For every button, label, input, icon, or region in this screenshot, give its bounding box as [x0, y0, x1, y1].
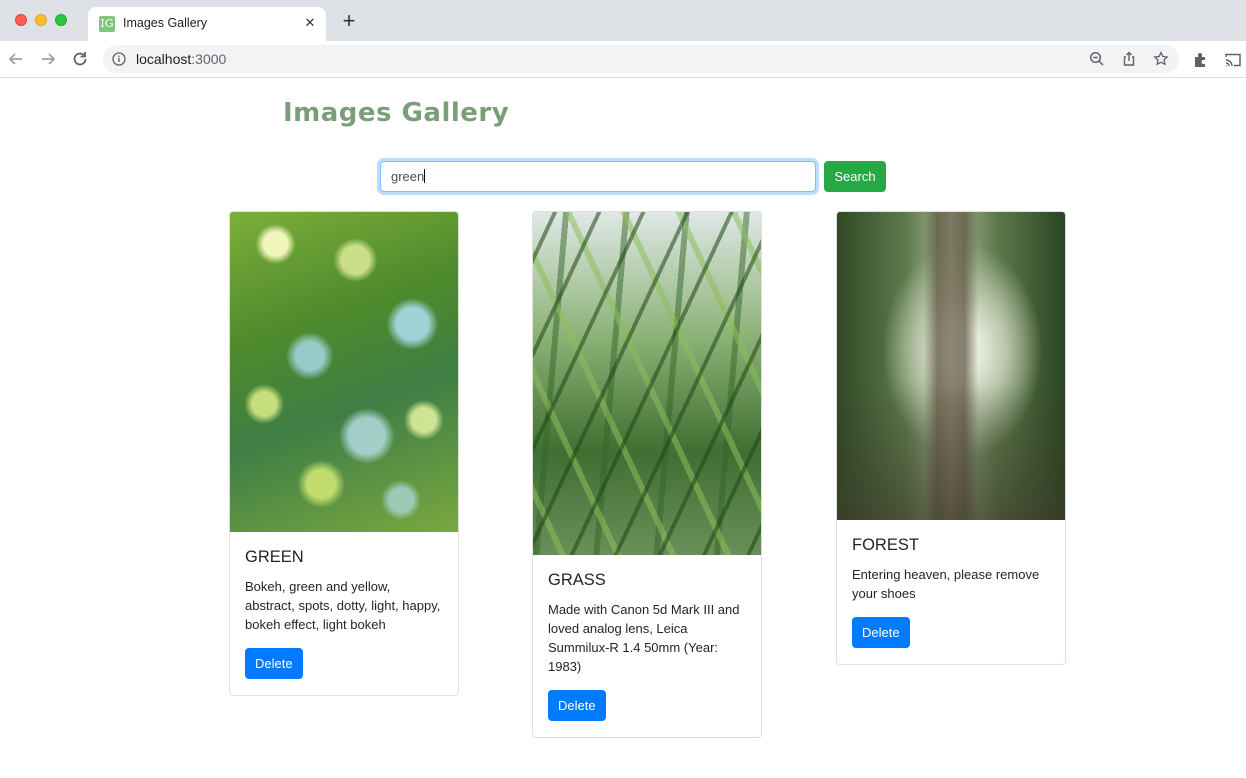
close-window-icon[interactable]	[15, 14, 27, 26]
image-card-grass: GRASS Made with Canon 5d Mark III and lo…	[532, 211, 762, 738]
card-title: FOREST	[852, 536, 919, 554]
card-title: GREEN	[245, 548, 304, 566]
card-description: Made with Canon 5d Mark III and loved an…	[548, 602, 740, 674]
card-body: GRASS Made with Canon 5d Mark III and lo…	[533, 555, 761, 737]
reload-icon[interactable]	[70, 49, 90, 69]
address-bar[interactable]: localhost:3000	[103, 45, 1179, 73]
browser-tab-bar: IG Images Gallery ✕ +	[0, 0, 1246, 41]
image-card-forest: FOREST Entering heaven, please remove yo…	[836, 211, 1066, 665]
search-input[interactable]: green	[380, 161, 816, 192]
new-tab-icon[interactable]: +	[338, 10, 360, 32]
card-description: Bokeh, green and yellow, abstract, spots…	[245, 579, 441, 632]
delete-button[interactable]: Delete	[245, 648, 303, 679]
card-body: GREEN Bokeh, green and yellow, abstract,…	[230, 532, 458, 695]
image-card-green: GREEN Bokeh, green and yellow, abstract,…	[229, 211, 459, 696]
card-description: Entering heaven, please remove your shoe…	[852, 567, 1040, 601]
favicon-icon: IG	[99, 16, 115, 32]
share-icon[interactable]	[1121, 51, 1137, 67]
delete-button[interactable]: Delete	[852, 617, 910, 648]
url-text: localhost:3000	[136, 51, 226, 67]
url-port: :3000	[191, 51, 227, 67]
card-image-forest	[837, 212, 1065, 520]
minimize-window-icon[interactable]	[35, 14, 47, 26]
card-title: GRASS	[548, 571, 606, 589]
tab-close-icon[interactable]: ✕	[302, 15, 318, 31]
back-icon[interactable]	[6, 49, 26, 69]
extensions-icon[interactable]	[1192, 51, 1210, 69]
browser-tab[interactable]: IG Images Gallery ✕	[88, 7, 326, 41]
card-body: FOREST Entering heaven, please remove yo…	[837, 520, 1065, 664]
zoom-icon[interactable]	[1089, 51, 1105, 67]
card-image-grass	[533, 212, 761, 555]
url-host: localhost	[136, 51, 192, 67]
card-image-green	[230, 212, 458, 532]
browser-toolbar: localhost:3000	[0, 41, 1246, 78]
search-button[interactable]: Search	[824, 161, 886, 192]
tab-title: Images Gallery	[123, 16, 208, 30]
bookmark-star-icon[interactable]	[1153, 51, 1169, 67]
page-title: Images Gallery	[283, 98, 510, 128]
maximize-window-icon[interactable]	[55, 14, 67, 26]
info-icon[interactable]	[112, 52, 126, 66]
cast-icon[interactable]	[1224, 51, 1242, 69]
delete-button[interactable]: Delete	[548, 690, 606, 721]
forward-icon[interactable]	[38, 49, 58, 69]
